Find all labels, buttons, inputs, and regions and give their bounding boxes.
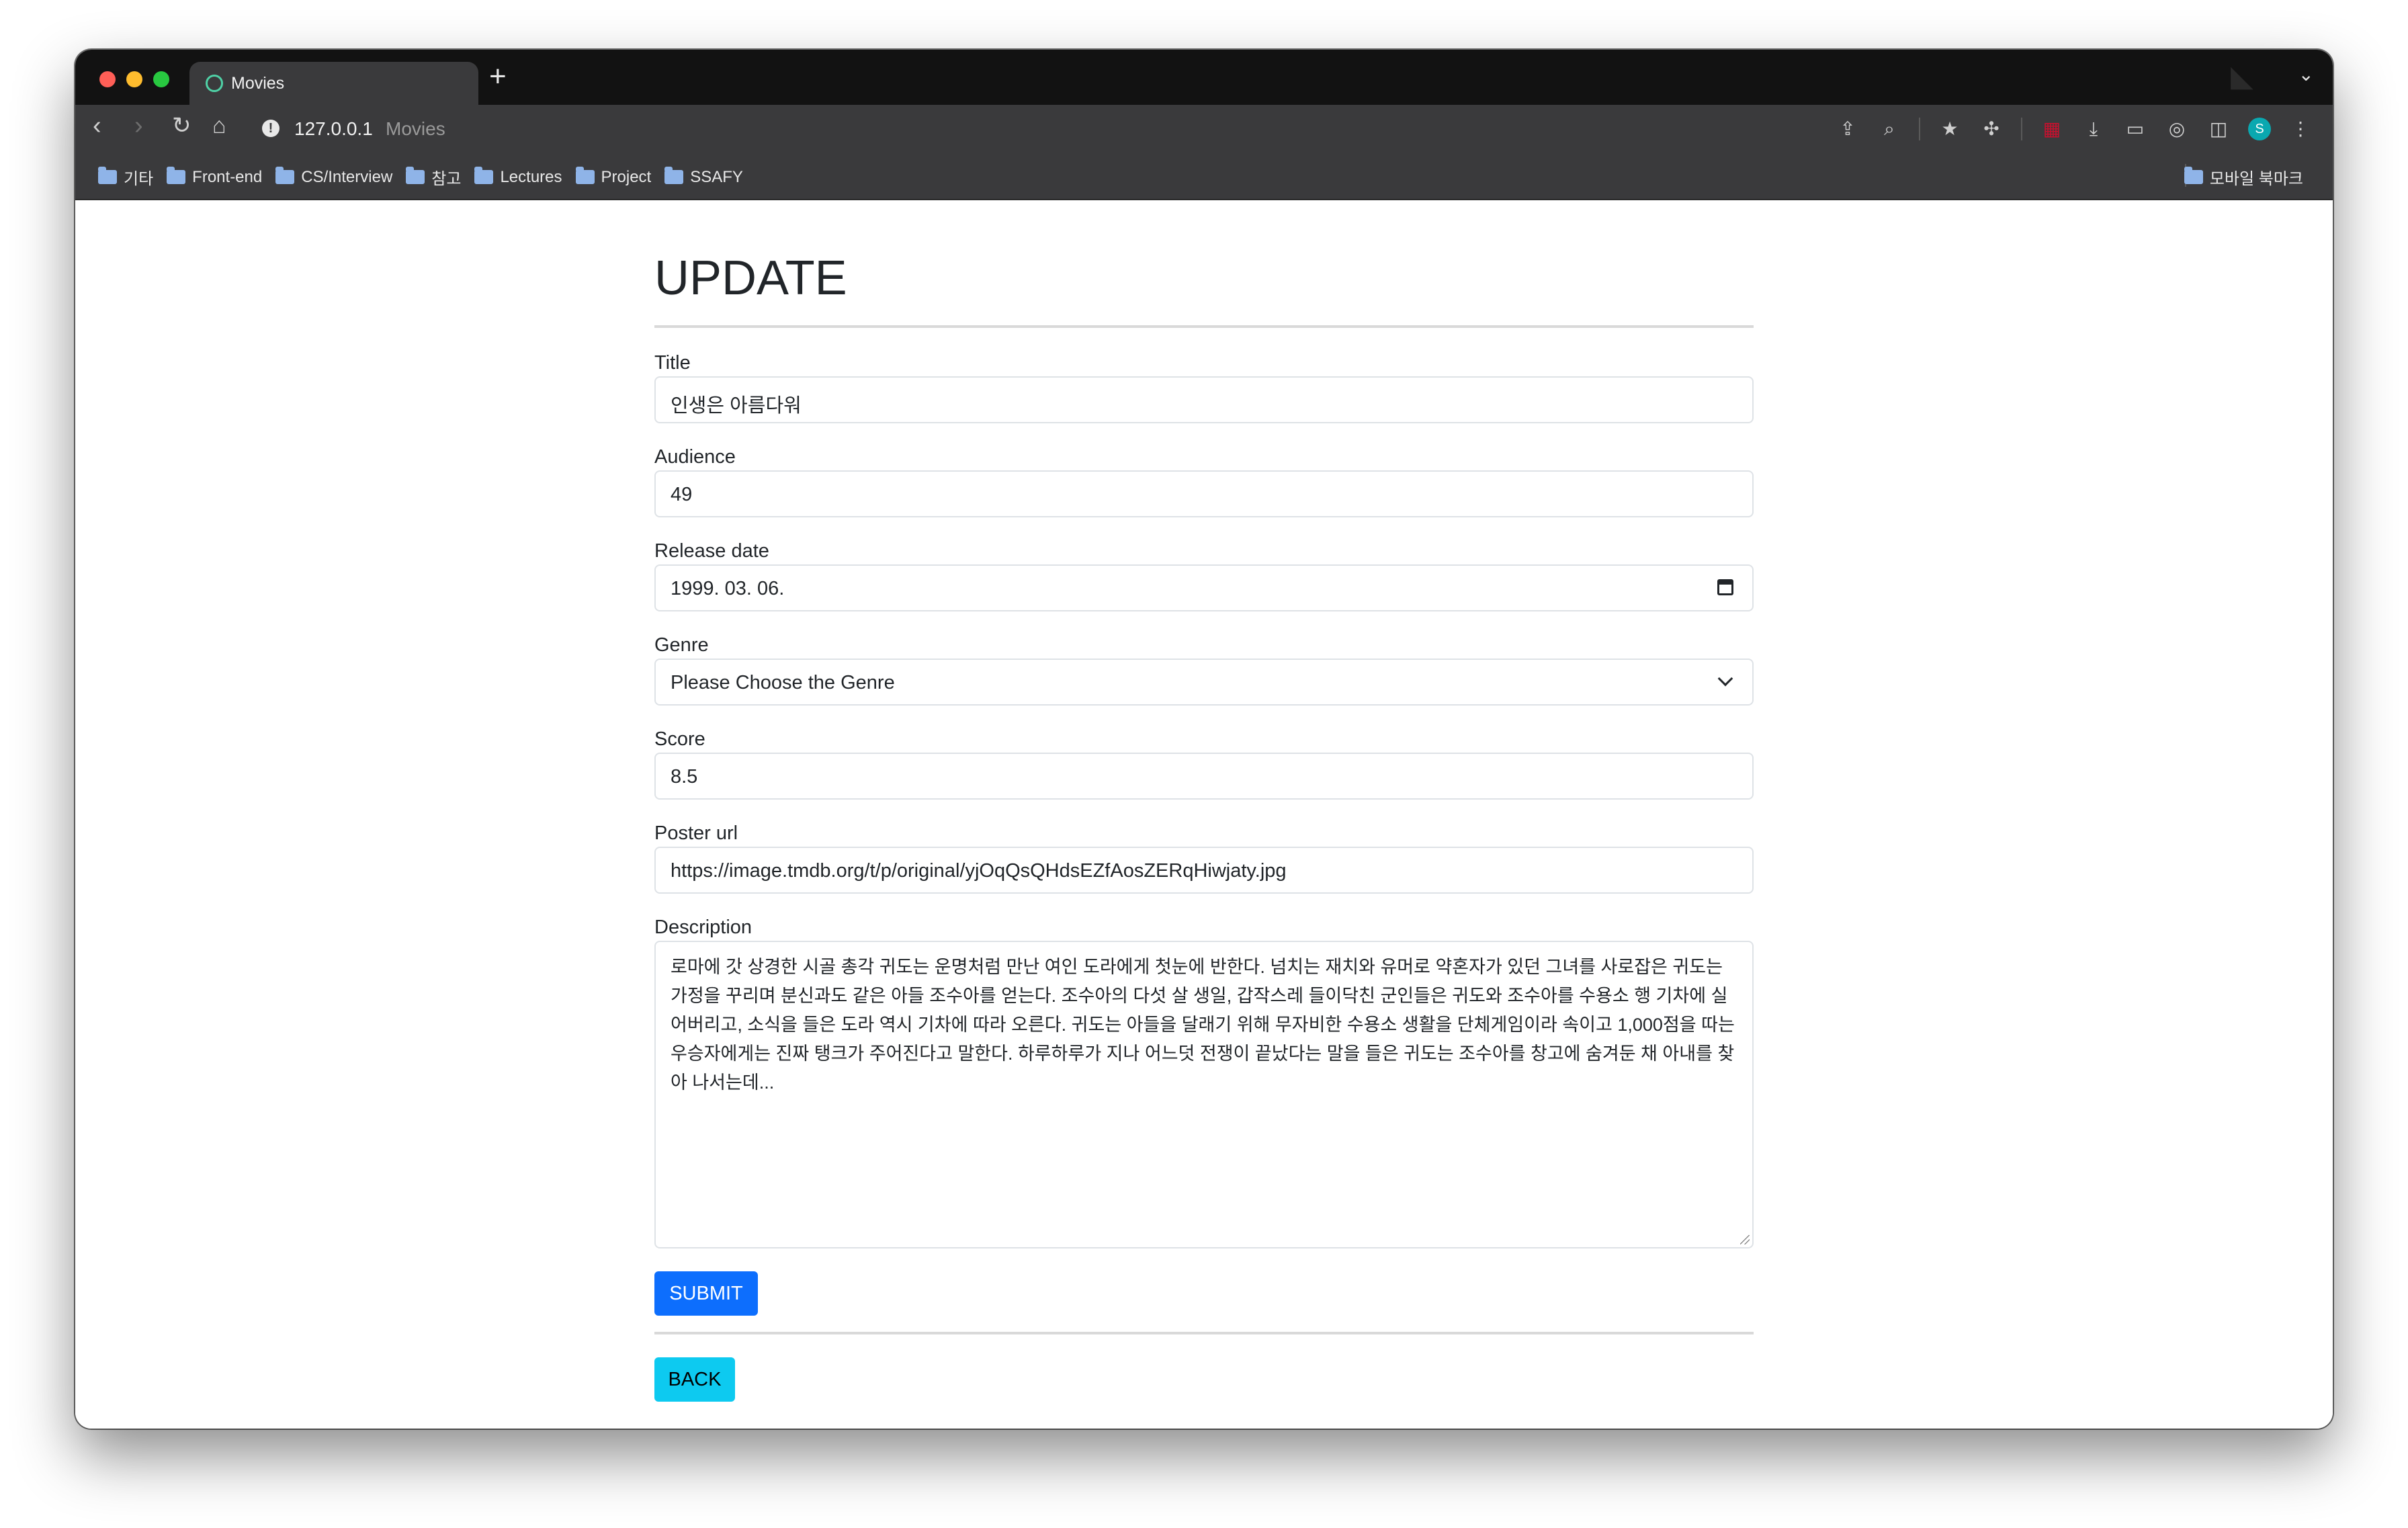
cast-icon[interactable]: ▭ xyxy=(2123,117,2147,141)
toolbar-separator xyxy=(2021,118,2022,140)
bookmark-folder[interactable]: 참고 xyxy=(406,165,461,189)
audience-input[interactable]: 49 xyxy=(654,470,1754,517)
folder-icon xyxy=(575,167,595,184)
submit-button[interactable]: SUBMIT xyxy=(654,1271,758,1316)
toolbar-icons: ⇪ ⌕ ★ ✣ ▦ ⤓ ▭ ◎ ◫ S ⋮ xyxy=(1836,114,2313,144)
bookmark-label: 참고 xyxy=(431,170,462,188)
genre-select[interactable]: Please Choose the Genre xyxy=(654,659,1754,706)
browser-window: Movies + ◣ ⌄ ‹ › ↻ ⌂ ! 127.0.0.1 Movies … xyxy=(75,50,2333,1429)
more-menu-icon[interactable]: ⋮ xyxy=(2288,117,2313,141)
bookmark-label: Front-end xyxy=(192,167,263,186)
profile-silhouette-icon: ◣ xyxy=(2231,60,2253,93)
share-icon[interactable]: ⇪ xyxy=(1836,117,1860,141)
flag-extension-icon[interactable]: ▦ xyxy=(2040,117,2064,141)
bookmark-list: 기타 Front-end CS/Interview 참고 Lectures Pr… xyxy=(98,165,743,189)
description-label: Description xyxy=(654,917,752,938)
browser-toolbar: ‹ › ↻ ⌂ ! 127.0.0.1 Movies ⇪ ⌕ ★ ✣ ▦ ⤓ ▭… xyxy=(75,105,2333,152)
minimize-window-button[interactable] xyxy=(126,71,142,87)
folder-icon xyxy=(664,167,684,184)
bookmark-folder[interactable]: Front-end xyxy=(167,165,262,189)
side-panel-icon[interactable]: ◫ xyxy=(2206,117,2231,141)
score-label: Score xyxy=(654,728,705,750)
screenshot-icon[interactable]: ◎ xyxy=(2165,117,2189,141)
bookmark-folder[interactable]: 기타 xyxy=(98,165,153,189)
title-input-value: 인생은 아름다워 xyxy=(671,395,802,417)
description-textarea[interactable]: 로마에 갓 상경한 시골 총각 귀도는 운명처럼 만난 여인 도라에게 첫눈에 … xyxy=(654,941,1754,1248)
close-window-button[interactable] xyxy=(99,71,116,87)
site-info-icon[interactable]: ! xyxy=(262,120,280,137)
zoom-window-button[interactable] xyxy=(153,71,169,87)
poster-url-input[interactable]: https://image.tmdb.org/t/p/original/yjOq… xyxy=(654,847,1754,894)
divider xyxy=(654,1332,1754,1334)
release-date-input[interactable]: 1999. 03. 06. xyxy=(654,564,1754,611)
resize-handle-icon[interactable] xyxy=(1740,1235,1750,1244)
genre-selected-value: Please Choose the Genre xyxy=(671,672,895,693)
release-date-label: Release date xyxy=(654,540,769,562)
url-host: 127.0.0.1 xyxy=(294,118,373,139)
avatar[interactable]: S xyxy=(2248,118,2271,140)
page-title: UPDATE xyxy=(654,251,847,305)
bookmark-folder[interactable]: SSAFY xyxy=(664,165,743,189)
bookmark-label: CS/Interview xyxy=(301,167,393,186)
bookmark-label: 모바일 북마크 xyxy=(2209,170,2303,188)
url-page-title: Movies xyxy=(386,118,445,139)
plus-icon[interactable]: + xyxy=(489,62,507,91)
genre-label: Genre xyxy=(654,634,709,656)
chevron-down-icon xyxy=(1717,671,1733,687)
title-label: Title xyxy=(654,352,691,374)
back-arrow-icon[interactable]: ‹ xyxy=(93,113,101,138)
poster-url-label: Poster url xyxy=(654,822,738,844)
bookmark-folder[interactable]: CS/Interview xyxy=(275,165,392,189)
bookmarks-bar: 기타 Front-end CS/Interview 참고 Lectures Pr… xyxy=(75,152,2333,200)
folder-icon xyxy=(474,167,494,184)
bookmark-label: Project xyxy=(601,167,652,186)
bookmark-star-icon[interactable]: ★ xyxy=(1938,117,1962,141)
title-input[interactable]: 인생은 아름다워 xyxy=(654,376,1754,423)
audience-label: Audience xyxy=(654,446,736,468)
zoom-icon[interactable]: ⌕ xyxy=(1877,117,1901,141)
tab-movies[interactable]: Movies xyxy=(189,62,478,105)
bookmark-label: Lectures xyxy=(500,167,562,186)
bookmark-folder[interactable]: Project xyxy=(575,165,652,189)
divider xyxy=(654,325,1754,328)
tab-strip: Movies + ◣ ⌄ xyxy=(75,50,2333,105)
extensions-icon[interactable]: ✣ xyxy=(1979,117,2004,141)
reload-icon[interactable]: ↻ xyxy=(172,114,191,137)
home-icon[interactable]: ⌂ xyxy=(212,114,226,137)
poster-url-value: https://image.tmdb.org/t/p/original/yjOq… xyxy=(671,860,1287,882)
back-button[interactable]: BACK xyxy=(654,1357,735,1402)
release-date-value: 1999. 03. 06. xyxy=(671,578,785,599)
score-input-value: 8.5 xyxy=(671,766,698,788)
tab-title: Movies xyxy=(231,74,285,93)
folder-icon xyxy=(275,167,295,184)
mobile-bookmarks-folder[interactable]: 모바일 북마크 xyxy=(2184,165,2303,189)
folder-icon xyxy=(406,167,425,184)
tab-favicon-icon xyxy=(206,75,223,92)
toolbar-separator xyxy=(1919,118,1920,140)
chevron-down-icon[interactable]: ⌄ xyxy=(2298,63,2314,85)
page-content: UPDATE Title 인생은 아름다워 Audience 49 Releas… xyxy=(75,200,2333,1429)
calendar-icon[interactable] xyxy=(1717,579,1733,595)
forward-arrow-icon[interactable]: › xyxy=(134,113,143,138)
folder-icon xyxy=(2184,167,2203,184)
bookmark-label: 기타 xyxy=(124,170,154,188)
address-bar[interactable]: ! 127.0.0.1 Movies xyxy=(257,110,1903,146)
bookmark-label: SSAFY xyxy=(690,167,743,186)
folder-icon xyxy=(98,167,117,184)
bookmark-folder[interactable]: Lectures xyxy=(474,165,562,189)
audience-input-value: 49 xyxy=(671,484,693,505)
download-icon[interactable]: ⤓ xyxy=(2081,117,2106,141)
score-input[interactable]: 8.5 xyxy=(654,753,1754,800)
description-value: 로마에 갓 상경한 시골 총각 귀도는 운명처럼 만난 여인 도라에게 첫눈에 … xyxy=(671,957,1735,1093)
folder-icon xyxy=(167,167,186,184)
